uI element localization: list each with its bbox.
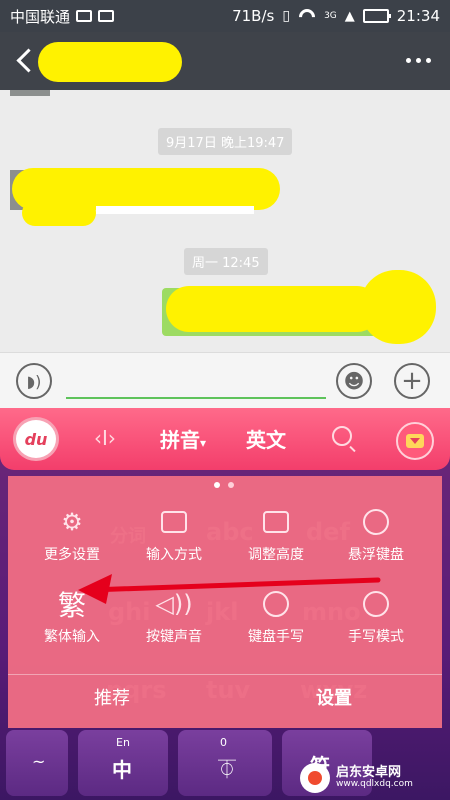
timestamp: 9月17日 晚上19:47 [158, 128, 293, 155]
ime-logo-button[interactable]: du [16, 420, 56, 458]
ufo-icon [360, 506, 392, 538]
page-indicator [214, 482, 234, 488]
network-speed: 71B/s [232, 7, 275, 25]
item-label: 手写模式 [348, 629, 404, 645]
logo-text: du [24, 429, 48, 449]
key-label: 0 [220, 736, 227, 749]
space-key[interactable]: 0 ⏁ [178, 730, 272, 796]
keyboard-toolbar: du ‹I› 拼音▾ 英文 [0, 408, 450, 470]
back-button[interactable] [12, 46, 40, 76]
message-redacted [22, 200, 96, 226]
plus-icon: + [401, 366, 423, 396]
avatar-redacted [360, 270, 436, 344]
battery-icon [362, 9, 391, 23]
input-bar: ◗) ☻ + [0, 352, 450, 408]
notification-icon [98, 10, 115, 22]
message-redacted [166, 286, 380, 332]
search-icon[interactable] [332, 426, 352, 446]
collapse-keyboard-button[interactable] [396, 422, 434, 460]
cursor-move-icon[interactable]: ‹I› [94, 426, 116, 450]
watermark: 启东安卓网 www.qdlxdq.com [300, 756, 450, 800]
item-label: 繁体输入 [44, 629, 100, 645]
tab-pinyin[interactable]: 拼音▾ [160, 424, 206, 453]
tab-label: 拼音 [160, 428, 200, 452]
key-label: En [116, 736, 130, 749]
collapse-icon [406, 434, 424, 448]
language-switch-key[interactable]: En 中 [78, 730, 168, 796]
more-settings-item[interactable]: ⚙ 更多设置 [22, 506, 122, 564]
message-list[interactable]: 9月17日 晚上19:47 周一 12:45 [0, 90, 450, 352]
divider [8, 674, 442, 675]
timestamp: 周一 12:45 [184, 248, 268, 275]
input-method-item[interactable]: 输入方式 [124, 506, 224, 564]
emoji-button[interactable]: ☻ [336, 363, 372, 399]
tilde-key[interactable]: ~ [6, 730, 68, 796]
tab-settings[interactable]: 设置 [316, 684, 352, 710]
watermark-text: 启东安卓网 www.qdlxdq.com [336, 764, 413, 790]
carrier-label: 中国联通 [10, 7, 71, 26]
floating-keyboard-item[interactable]: 悬浮键盘 [326, 506, 426, 564]
chat-header [0, 32, 450, 90]
tab-english[interactable]: 英文 [246, 424, 286, 453]
vibrate-icon: ▯ [282, 8, 291, 24]
keyboard-switch-icon [158, 506, 190, 538]
signal-icon: ▲ [344, 8, 355, 24]
item-label: 键盘手写 [248, 629, 304, 645]
voice-input-button[interactable]: ◗) [16, 363, 52, 399]
adjust-height-item[interactable]: 调整高度 [226, 506, 326, 564]
annotation-arrow [78, 574, 381, 604]
message-input[interactable] [66, 397, 326, 399]
wifi-icon [298, 9, 316, 23]
key-label: ~ [32, 752, 46, 771]
dropdown-icon: ▾ [200, 436, 207, 450]
voice-icon: ◗) [26, 371, 42, 391]
status-bar: 中国联通 71B/s ▯ 3G ▲ 21:34 [0, 0, 450, 32]
contact-name-redacted [38, 42, 182, 82]
watermark-logo [300, 763, 330, 793]
watermark-title: 启东安卓网 [336, 764, 402, 780]
image-icon [76, 10, 93, 22]
message-bubble[interactable] [96, 206, 254, 214]
smiley-icon: ☻ [343, 369, 365, 393]
height-adjust-icon [260, 506, 292, 538]
clock: 21:34 [396, 7, 440, 25]
gear-icon: ⚙ [61, 508, 83, 536]
more-attach-button[interactable]: + [394, 363, 430, 399]
tab-recommend[interactable]: 推荐 [94, 684, 130, 710]
key-label: 中 [112, 758, 132, 782]
avatar[interactable] [10, 90, 50, 96]
item-label: 按键声音 [146, 629, 202, 645]
more-options-button[interactable] [406, 54, 434, 66]
microphone-icon: ⏁ [218, 760, 236, 781]
watermark-url: www.qdlxdq.com [336, 779, 413, 790]
signal-type: 3G [324, 11, 337, 21]
